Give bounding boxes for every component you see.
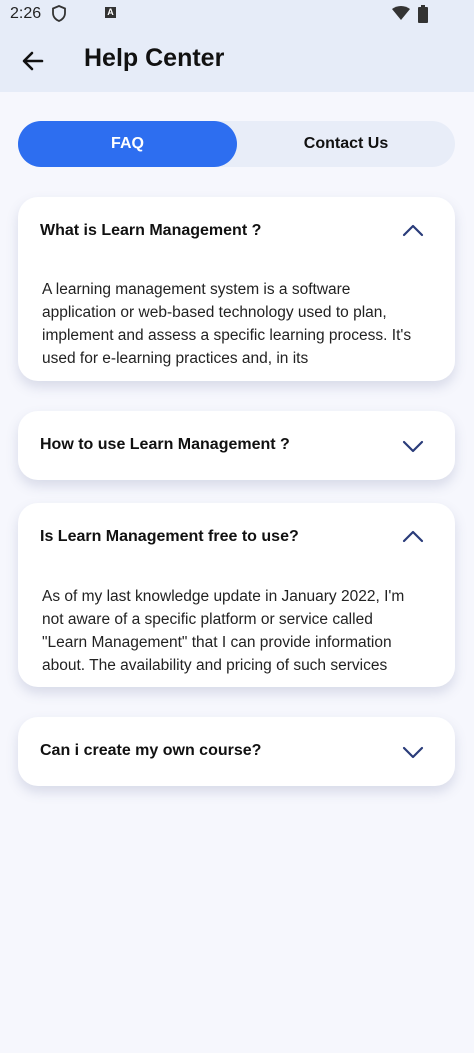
page-title: Help Center [84,44,225,72]
tab-bar: FAQ Contact Us [18,121,455,167]
chevron-down-icon[interactable] [401,740,425,764]
chevron-down-icon[interactable] [401,434,425,458]
chevron-up-icon[interactable] [401,219,425,243]
app-bar: Help Center [0,30,474,92]
faq-item[interactable]: Is Learn Management free to use? As of m… [18,503,455,687]
faq-answer: As of my last knowledge update in Januar… [42,588,405,674]
notification-a-icon: A [105,7,116,18]
faq-item[interactable]: What is Learn Management ? A learning ma… [18,197,455,381]
faq-question[interactable]: Can i create my own course? [40,742,261,760]
arrow-left-icon [22,51,44,71]
back-button[interactable] [18,46,48,76]
faq-item[interactable]: How to use Learn Management ? [18,411,455,480]
faq-question[interactable]: What is Learn Management ? [40,222,261,240]
battery-icon [418,5,428,28]
faq-question[interactable]: How to use Learn Management ? [40,436,290,454]
chevron-up-icon[interactable] [401,525,425,549]
tab-faq[interactable]: FAQ [18,121,237,167]
faq-question[interactable]: Is Learn Management free to use? [40,528,299,546]
faq-item[interactable]: Can i create my own course? [18,717,455,786]
shield-icon [52,5,66,27]
faq-answer: A learning management system is a softwa… [42,281,412,367]
status-bar: 2:26 A [0,0,474,30]
wifi-icon [392,6,410,26]
tab-contact-us[interactable]: Contact Us [237,121,455,167]
status-time: 2:26 [10,5,42,22]
